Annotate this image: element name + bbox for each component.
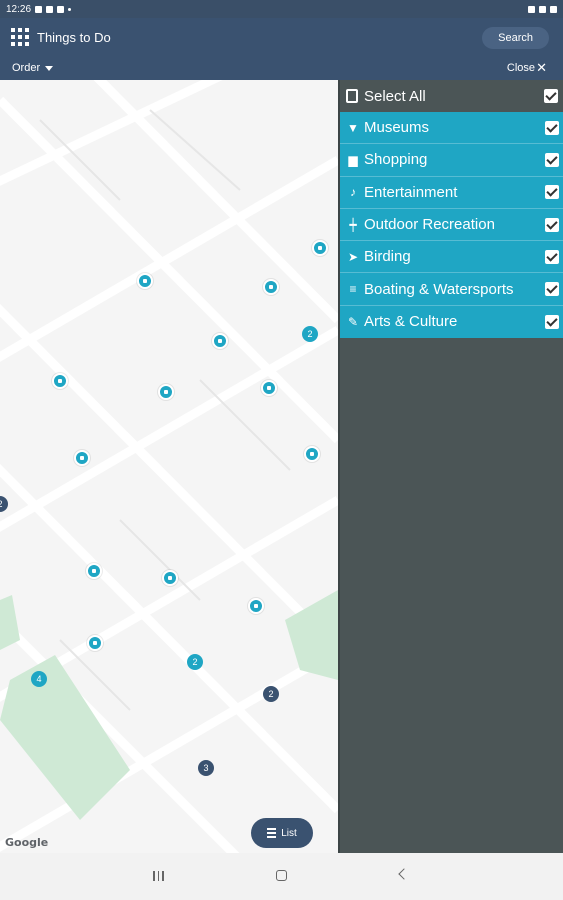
category-entertainment[interactable]: ♪ Entertainment — [340, 177, 563, 209]
battery-icon — [550, 5, 557, 13]
map-cluster[interactable]: 2 — [302, 326, 318, 342]
category-checkbox[interactable] — [545, 152, 559, 167]
category-outdoor-recreation[interactable]: ┿ Outdoor Recreation — [340, 209, 563, 242]
map-marker[interactable] — [162, 570, 178, 586]
order-label: Order — [12, 62, 41, 74]
map-marker[interactable] — [312, 240, 328, 256]
notification-icon — [57, 5, 65, 13]
app-grid-icon[interactable] — [11, 28, 29, 46]
select-all-row[interactable]: Select All — [340, 80, 563, 112]
location-icon — [528, 5, 535, 13]
status-time: 12:26 — [6, 3, 32, 15]
waves-icon: ≡ — [349, 282, 357, 297]
recent-apps-icon[interactable] — [153, 871, 164, 881]
shopping-bag-icon: ▆ — [348, 152, 358, 167]
status-bar: 12:26 — [0, 0, 563, 18]
category-label: Museums — [364, 119, 430, 137]
map-marker[interactable] — [52, 373, 68, 389]
list-checklist-icon — [346, 89, 358, 103]
map-cluster[interactable]: 4 — [31, 671, 47, 687]
notification-icon — [46, 5, 54, 13]
search-button[interactable]: Search — [482, 27, 549, 49]
chevron-down-icon — [45, 65, 54, 71]
home-icon[interactable] — [276, 870, 287, 881]
select-all-checkbox[interactable] — [544, 89, 558, 103]
close-button[interactable]: Close — [507, 62, 535, 74]
map-marker[interactable] — [74, 450, 90, 466]
order-dropdown[interactable]: Order — [12, 62, 54, 74]
music-note-icon: ♪ — [350, 185, 356, 200]
map-marker[interactable] — [86, 563, 102, 579]
map-marker[interactable] — [212, 333, 228, 349]
category-label: Shopping — [364, 151, 428, 169]
palette-icon: ✎ — [347, 314, 359, 329]
system-nav-bar — [0, 853, 563, 900]
close-icon[interactable]: ✕ — [536, 61, 547, 74]
museum-icon: ▼ — [347, 120, 359, 135]
category-arts-culture[interactable]: ✎ Arts & Culture — [340, 306, 563, 338]
map-view[interactable]: 2 2 2 2 3 4 Google List — [0, 80, 338, 853]
map-marker[interactable] — [304, 446, 320, 462]
map-marker[interactable] — [158, 384, 174, 400]
category-museums[interactable]: ▼ Museums — [340, 112, 563, 145]
map-streets — [0, 80, 338, 853]
category-checkbox[interactable] — [545, 314, 559, 329]
page-title: Things to Do — [37, 29, 111, 45]
wifi-icon — [539, 5, 546, 13]
category-list: ▼ Museums ▆ Shopping ♪ Entertainment ┿ O… — [340, 112, 563, 338]
app-bar: Things to Do Search — [0, 18, 563, 56]
category-label: Arts & Culture — [364, 313, 458, 331]
category-checkbox[interactable] — [545, 120, 559, 135]
category-boating-watersports[interactable]: ≡ Boating & Watersports — [340, 273, 563, 306]
category-label: Entertainment — [364, 183, 458, 201]
map-cluster[interactable]: 2 — [263, 686, 279, 702]
category-checkbox[interactable] — [545, 217, 559, 232]
list-icon — [267, 828, 277, 838]
signpost-icon: ┿ — [349, 217, 357, 232]
map-marker[interactable] — [137, 273, 153, 289]
category-birding[interactable]: ➤ Birding — [340, 241, 563, 274]
back-icon[interactable] — [398, 868, 410, 880]
sub-bar: Order Close ✕ — [0, 56, 563, 80]
category-label: Boating & Watersports — [364, 280, 514, 298]
category-checkbox[interactable] — [545, 282, 559, 297]
category-label: Birding — [364, 248, 411, 266]
map-marker[interactable] — [248, 598, 264, 614]
map-cluster[interactable]: 2 — [187, 654, 203, 670]
map-marker[interactable] — [263, 279, 279, 295]
more-notifications-icon — [68, 7, 72, 11]
category-checkbox[interactable] — [545, 249, 559, 264]
select-all-label: Select All — [364, 87, 426, 105]
category-filter-panel: Select All ▼ Museums ▆ Shopping ♪ Entert… — [338, 80, 563, 853]
bird-icon: ➤ — [347, 249, 359, 264]
category-label: Outdoor Recreation — [364, 216, 495, 234]
google-attribution: Google — [5, 836, 49, 849]
app-root: 12:26 Things to Do Search Order Close ✕ — [0, 0, 563, 900]
map-marker[interactable] — [87, 635, 103, 651]
notification-icon — [35, 5, 43, 13]
map-marker[interactable] — [261, 380, 277, 396]
map-cluster[interactable]: 3 — [198, 760, 214, 776]
list-view-button[interactable]: List — [251, 818, 313, 848]
category-checkbox[interactable] — [545, 185, 559, 200]
list-button-label: List — [281, 827, 297, 839]
category-shopping[interactable]: ▆ Shopping — [340, 144, 563, 177]
